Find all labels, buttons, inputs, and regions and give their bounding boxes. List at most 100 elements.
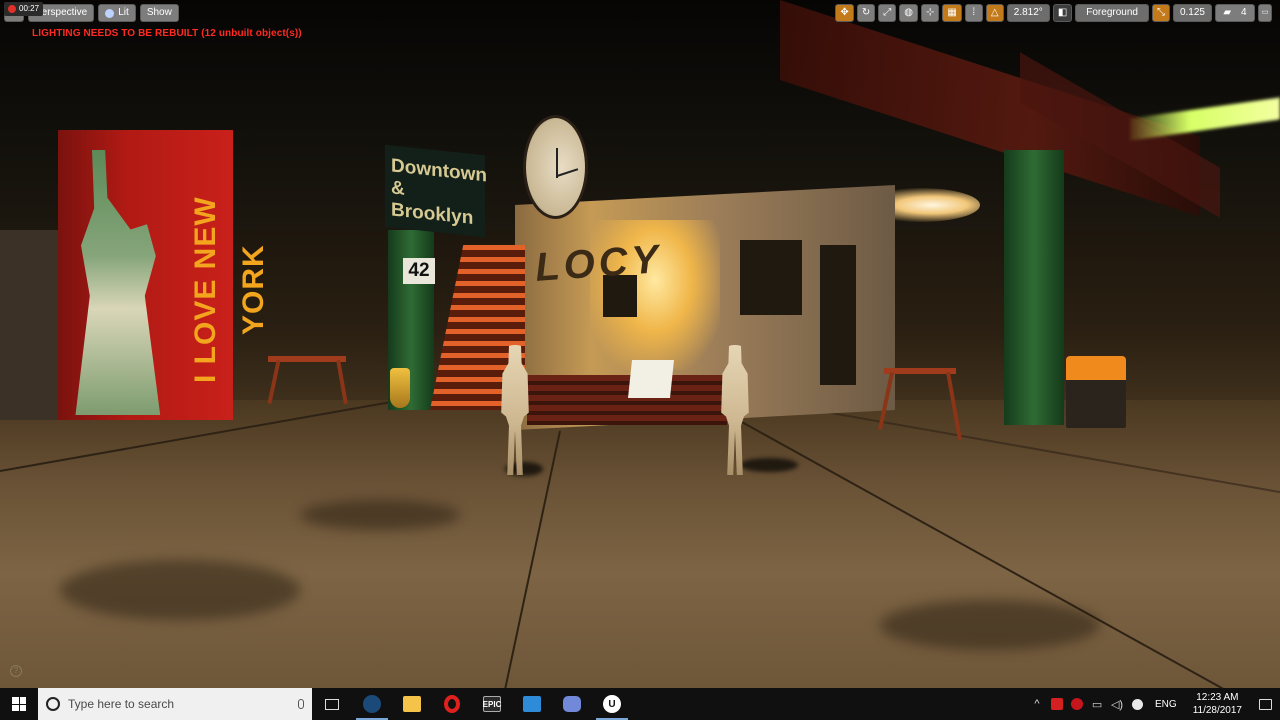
surface-snapping-button[interactable]: ⊹: [920, 4, 940, 22]
level-viewport[interactable]: I LOVE NEW YORK Downtown & Brooklyn 42 L…: [0, 0, 1280, 688]
grid-icon: ▦: [947, 7, 957, 18]
taskbar-app-store[interactable]: [512, 688, 552, 720]
taskbar-app-steam[interactable]: [352, 688, 392, 720]
left-wall: [0, 230, 60, 420]
subway-scene: I LOVE NEW YORK Downtown & Brooklyn 42 L…: [0, 0, 1280, 688]
camera-speed-label: 4: [1240, 7, 1247, 18]
viewport-maximize-button[interactable]: ▭: [1258, 4, 1272, 22]
layer-icon: ◧: [1057, 7, 1068, 18]
notification-icon: [1258, 698, 1272, 710]
screen-recorder-badge: 00:27: [4, 2, 44, 16]
clock-hour-hand: [556, 168, 579, 177]
maximize-icon: ▭: [1261, 9, 1269, 16]
taskbar-app-file-explorer[interactable]: [392, 688, 432, 720]
chevron-up-icon[interactable]: ^: [1027, 688, 1047, 720]
action-center-button[interactable]: [1250, 688, 1280, 720]
lighting-rebuild-warning: LIGHTING NEEDS TO BE REBUILT (12 unbuilt…: [32, 28, 302, 39]
scale-tool-button[interactable]: ⤢: [878, 4, 897, 22]
discord-icon: [563, 696, 581, 712]
windows-taskbar: Type here to search EPIC U ^ ▭ ◁) ENG 12…: [0, 688, 1280, 720]
language-indicator[interactable]: ENG: [1147, 699, 1185, 710]
floor-stain: [880, 600, 1100, 650]
viewport-toolbar-right: ✥ ↻ ⤢ ◍ ⊹ ▦ ⁞ △ 2.812° ◧ Foreground ⤡ 0.…: [835, 4, 1272, 22]
clock-date: 11/28/2017: [1192, 705, 1242, 716]
rotation-snap-value[interactable]: 2.812°: [1006, 4, 1050, 22]
microphone-icon[interactable]: [298, 699, 304, 709]
system-tray: ^ ▭ ◁) ENG 12:23 AM 11/28/2017: [1027, 688, 1280, 720]
taskbar-app-opera[interactable]: [432, 688, 472, 720]
street-number-sign: 42: [403, 258, 435, 284]
clock-time: 12:23 AM: [1196, 692, 1239, 703]
rotation-snap-button[interactable]: △: [985, 4, 1004, 22]
mannequin-shadow: [740, 458, 798, 472]
view-mode-lit-button[interactable]: Lit: [98, 4, 136, 22]
recorder-time: 00:27: [19, 4, 40, 13]
lit-label: Lit: [118, 7, 129, 18]
network-icon[interactable]: ▭: [1087, 688, 1107, 720]
scale-snap-button[interactable]: ⤡: [1151, 4, 1170, 22]
triangle-icon: △: [990, 7, 999, 18]
booth-steps: [527, 375, 727, 425]
volume-icon[interactable]: ◁): [1107, 688, 1127, 720]
saxophone-prop: [390, 368, 410, 408]
foreground-label: Foreground: [1086, 7, 1138, 18]
foreground-dropdown[interactable]: Foreground: [1075, 4, 1149, 22]
cortana-icon: [46, 697, 60, 711]
scale-icon: ⤢: [883, 7, 892, 18]
station-sign: Downtown & Brooklyn: [385, 144, 487, 238]
search-placeholder: Type here to search: [68, 697, 175, 711]
barrier-leg: [267, 360, 281, 404]
taskbar-search-box[interactable]: Type here to search: [38, 688, 312, 720]
platform-floor: [0, 400, 1280, 688]
poster-text: I LOVE NEW YORK: [189, 196, 270, 384]
task-view-button[interactable]: [312, 688, 352, 720]
scale-snap-value[interactable]: 0.125: [1172, 4, 1212, 22]
taskbar-clock[interactable]: 12:23 AM 11/28/2017: [1185, 691, 1250, 717]
barrier-leg: [336, 359, 348, 405]
taskbar-app-epic-games[interactable]: EPIC: [472, 688, 512, 720]
rotate-tool-button[interactable]: ↻: [856, 4, 876, 22]
camera-speed-button[interactable]: ▰ 4: [1215, 4, 1255, 22]
steam-icon: [363, 695, 381, 713]
sandwich-board-sign: [628, 360, 674, 398]
trash-bin: [1066, 356, 1126, 428]
green-pillar-right: [1004, 150, 1064, 425]
windows-logo-icon: [12, 697, 26, 711]
move-arrows-icon: ✥: [840, 7, 849, 18]
store-icon: [523, 696, 541, 712]
scale-snap-label: 0.125: [1179, 7, 1205, 18]
unreal-engine-icon: U: [603, 695, 621, 713]
rotation-snap-label: 2.812°: [1013, 7, 1043, 18]
grid-snap-value-button[interactable]: ⁞: [964, 4, 983, 22]
floor-stain: [300, 500, 460, 530]
record-icon: [8, 5, 16, 13]
task-view-icon: [325, 698, 339, 710]
taskbar-app-discord[interactable]: [552, 688, 592, 720]
scale-snap-icon: ⤡: [1156, 7, 1165, 18]
app-tray-icon-red[interactable]: [1047, 688, 1067, 720]
taskbar-app-unreal-engine[interactable]: U: [592, 688, 632, 720]
start-button[interactable]: [0, 688, 38, 720]
lit-sphere-icon: [105, 8, 115, 18]
camera-icon: ▰: [1223, 7, 1232, 18]
layer-toggle-button[interactable]: ◧: [1052, 4, 1073, 22]
hanging-clock: [523, 115, 588, 219]
floor-stain: [60, 560, 300, 620]
grid-snap-button[interactable]: ▦: [942, 4, 962, 22]
opera-icon: [444, 695, 460, 713]
show-label: Show: [146, 7, 172, 18]
weather-tray-icon[interactable]: [1127, 688, 1147, 720]
booth-doorway: [820, 245, 856, 385]
rotate-icon: ↻: [861, 7, 871, 18]
show-button[interactable]: Show: [139, 4, 179, 22]
globe-icon: ◍: [904, 7, 913, 18]
coordinate-system-button[interactable]: ◍: [899, 4, 918, 22]
surface-snap-icon: ⊹: [925, 7, 935, 18]
epic-games-icon: EPIC: [483, 696, 501, 712]
translate-tool-button[interactable]: ✥: [835, 4, 854, 22]
mcafee-tray-icon[interactable]: [1067, 688, 1087, 720]
folder-icon: [403, 696, 421, 712]
booth-window: [740, 240, 802, 315]
help-icon[interactable]: ?: [10, 665, 22, 677]
grid-snap-indicator-icon: ⁞: [972, 7, 976, 18]
